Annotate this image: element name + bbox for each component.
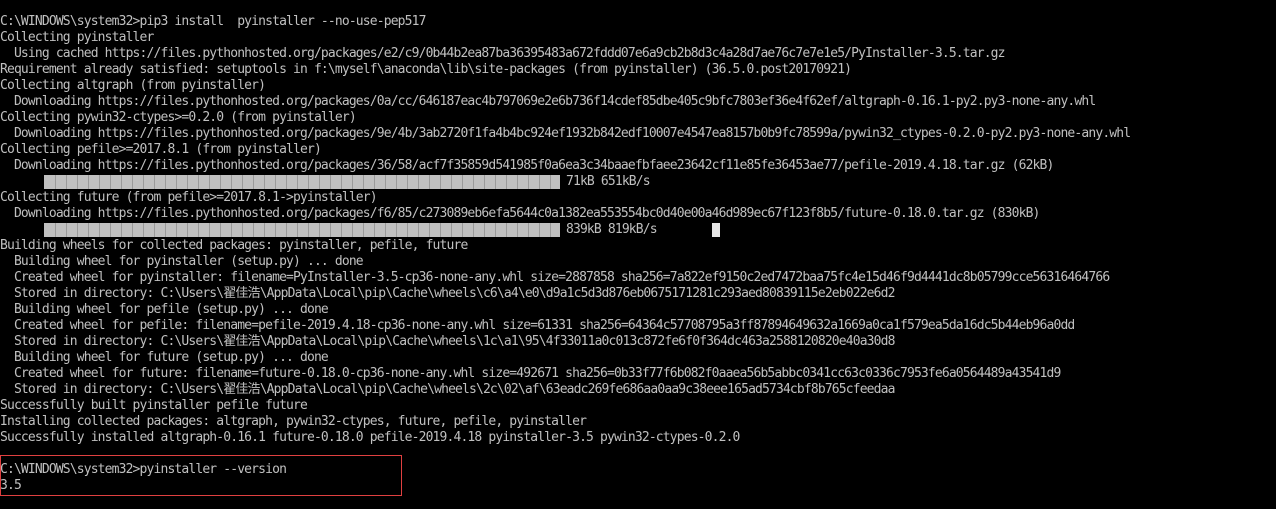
highlight-annotation-box: [0, 455, 402, 496]
terminal-line: Created wheel for future: filename=futur…: [0, 366, 1061, 381]
terminal-line: Downloading https://files.pythonhosted.o…: [0, 158, 1054, 173]
terminal-line: Building wheel for future (setup.py) ...…: [0, 350, 329, 365]
terminal-line: Downloading https://files.pythonhosted.o…: [0, 94, 1096, 109]
terminal-line: Collecting pyinstaller: [0, 30, 154, 45]
download-progress-future: 839kB 819kB/s: [0, 222, 1276, 238]
terminal-line: Successfully installed altgraph-0.16.1 f…: [0, 430, 740, 445]
progress-bar-fill: [45, 175, 559, 189]
terminal-line: Created wheel for pefile: filename=pefil…: [0, 318, 1075, 333]
terminal-line: Stored in directory: C:\Users\翟佳浩\AppDat…: [0, 334, 895, 349]
progress-bar-right-edge: [559, 175, 560, 189]
terminal-line: Installing collected packages: altgraph,…: [0, 414, 587, 429]
progress-bar-right-edge: [559, 223, 560, 237]
terminal-line: Collecting altgraph (from pyinstaller): [0, 78, 266, 93]
terminal-line: Collecting pefile>=2017.8.1 (from pyinst…: [0, 142, 322, 157]
terminal-line: Collecting pywin32-ctypes>=0.2.0 (from p…: [0, 110, 357, 125]
terminal-line: C:\WINDOWS\system32>pip3 install pyinsta…: [0, 14, 426, 29]
progress-bar-track: [45, 223, 559, 237]
terminal-line: Downloading https://files.pythonhosted.o…: [0, 126, 1131, 141]
terminal-line: Using cached https://files.pythonhosted.…: [0, 46, 1006, 61]
text-cursor: [712, 223, 720, 237]
progress-bar-track: [45, 175, 559, 189]
terminal-line: Created wheel for pyinstaller: filename=…: [0, 270, 1110, 285]
progress-stats: 839kB 819kB/s: [566, 222, 658, 237]
terminal-line: Building wheel for pefile (setup.py) ...…: [0, 302, 329, 317]
progress-bar: [44, 174, 560, 190]
terminal-line: Downloading https://files.pythonhosted.o…: [0, 206, 1040, 221]
terminal-line: Stored in directory: C:\Users\翟佳浩\AppDat…: [0, 382, 895, 397]
terminal-line: Collecting future (from pefile>=2017.8.1…: [0, 190, 378, 205]
terminal-line: Building wheels for collected packages: …: [0, 238, 468, 253]
terminal-line: Building wheel for pyinstaller (setup.py…: [0, 254, 364, 269]
terminal-line: Stored in directory: C:\Users\翟佳浩\AppDat…: [0, 286, 895, 301]
progress-bar-fill: [45, 223, 559, 237]
terminal-line: Successfully built pyinstaller pefile fu…: [0, 398, 308, 413]
terminal-window[interactable]: C:\WINDOWS\system32>pip3 install pyinsta…: [0, 14, 1276, 509]
progress-stats: 71kB 651kB/s: [566, 174, 651, 189]
terminal-line: Requirement already satisfied: setuptool…: [0, 62, 852, 77]
download-progress-pefile: 71kB 651kB/s: [0, 174, 1276, 190]
progress-bar: [44, 222, 560, 238]
